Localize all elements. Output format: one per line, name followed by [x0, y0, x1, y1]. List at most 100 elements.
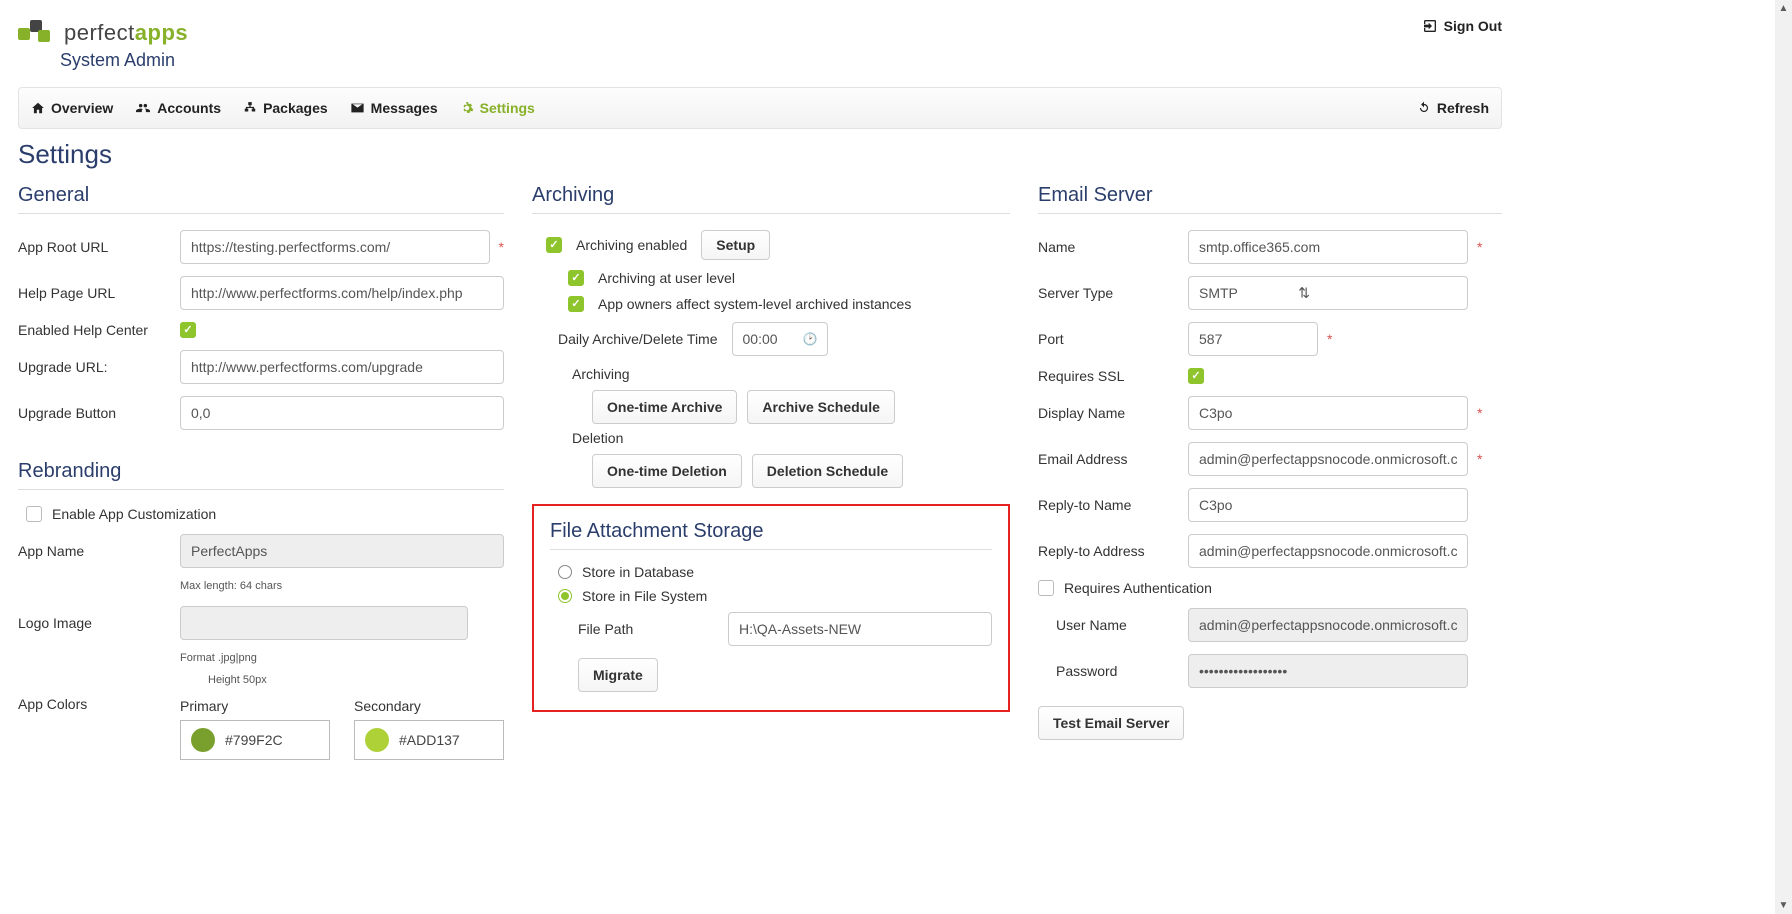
upgrade-url-label: Upgrade URL:: [18, 359, 180, 375]
enable-customization-checkbox[interactable]: [26, 506, 42, 522]
server-type-select[interactable]: [1188, 276, 1468, 310]
nav-settings[interactable]: Settings: [460, 100, 535, 116]
password-input[interactable]: [1188, 654, 1468, 688]
server-type-label: Server Type: [1038, 285, 1188, 301]
upgrade-button-input[interactable]: [180, 396, 504, 430]
enabled-help-checkbox[interactable]: [180, 322, 196, 338]
archiving-user-level-checkbox[interactable]: [568, 270, 584, 286]
email-name-input[interactable]: [1188, 230, 1468, 264]
navbar: Overview Accounts Packages Messages Sett…: [18, 87, 1502, 129]
gear-icon: [460, 101, 474, 115]
app-name-input[interactable]: [180, 534, 504, 568]
users-icon: [135, 101, 151, 115]
logo-format-note: Format .jpg|png: [180, 652, 504, 664]
requires-ssl-checkbox[interactable]: [1188, 368, 1204, 384]
help-page-url-input[interactable]: [180, 276, 504, 310]
nav-packages[interactable]: Packages: [243, 100, 328, 116]
chevron-updown-icon: ⇅: [1298, 285, 1310, 302]
app-name-label: App Name: [18, 543, 180, 559]
primary-color-swatch: [191, 728, 215, 752]
one-time-archive-button[interactable]: One-time Archive: [592, 390, 737, 424]
user-name-input[interactable]: [1188, 608, 1468, 642]
brand-logo-icon: [18, 18, 54, 48]
user-name-label: User Name: [1056, 617, 1188, 633]
one-time-deletion-button[interactable]: One-time Deletion: [592, 454, 742, 488]
enabled-help-label: Enabled Help Center: [18, 322, 180, 338]
nav-accounts[interactable]: Accounts: [135, 100, 221, 116]
refresh-button[interactable]: Refresh: [1417, 100, 1489, 116]
store-in-database-radio[interactable]: [558, 565, 572, 579]
sitemap-icon: [243, 101, 257, 115]
reply-name-input[interactable]: [1188, 488, 1468, 522]
email-address-input[interactable]: [1188, 442, 1468, 476]
envelope-icon: [350, 101, 365, 115]
scroll-up-arrow[interactable]: ▲: [1775, 0, 1792, 17]
nav-messages[interactable]: Messages: [350, 100, 438, 116]
clock-icon: 🕑: [803, 332, 818, 346]
upgrade-button-label: Upgrade Button: [18, 405, 180, 421]
requires-auth-label: Requires Authentication: [1064, 580, 1212, 596]
primary-color-picker[interactable]: #799F2C: [180, 720, 330, 760]
daily-archive-time-label: Daily Archive/Delete Time: [558, 331, 718, 347]
refresh-icon: [1417, 101, 1431, 115]
enable-customization-label: Enable App Customization: [52, 506, 216, 522]
requires-auth-checkbox[interactable]: [1038, 580, 1054, 596]
reply-name-label: Reply-to Name: [1038, 497, 1188, 513]
brand-name: perfectapps: [64, 20, 188, 46]
general-section-title: General: [18, 184, 504, 214]
upgrade-url-input[interactable]: [180, 350, 504, 384]
app-root-url-input[interactable]: [180, 230, 490, 264]
storage-section-title: File Attachment Storage: [550, 520, 992, 550]
sign-out-link[interactable]: Sign Out: [1422, 18, 1502, 34]
nav-overview[interactable]: Overview: [31, 100, 113, 116]
logo-height-note: Height 50px: [208, 674, 504, 686]
archiving-owners-checkbox[interactable]: [568, 296, 584, 312]
archiving-setup-button[interactable]: Setup: [701, 230, 770, 260]
secondary-color-swatch: [365, 728, 389, 752]
brand: perfectapps System Admin: [18, 18, 188, 71]
archiving-enabled-label: Archiving enabled: [576, 237, 687, 253]
deletion-group-label: Deletion: [572, 430, 1010, 446]
store-in-filesystem-label: Store in File System: [582, 588, 707, 604]
file-attachment-storage-panel: File Attachment Storage Store in Databas…: [532, 504, 1010, 712]
brand-subtitle: System Admin: [60, 50, 188, 71]
email-section-title: Email Server: [1038, 184, 1502, 214]
reply-address-label: Reply-to Address: [1038, 543, 1188, 559]
secondary-color-label: Secondary: [354, 698, 504, 714]
test-email-server-button[interactable]: Test Email Server: [1038, 706, 1184, 740]
reply-address-input[interactable]: [1188, 534, 1468, 568]
app-name-note: Max length: 64 chars: [180, 580, 504, 592]
email-address-label: Email Address: [1038, 451, 1188, 467]
migrate-button[interactable]: Migrate: [578, 658, 658, 692]
archive-schedule-button[interactable]: Archive Schedule: [747, 390, 895, 424]
required-marker: *: [499, 239, 504, 255]
display-name-label: Display Name: [1038, 405, 1188, 421]
deletion-schedule-button[interactable]: Deletion Schedule: [752, 454, 903, 488]
store-in-filesystem-radio[interactable]: [558, 589, 572, 603]
password-label: Password: [1056, 663, 1188, 679]
help-page-url-label: Help Page URL: [18, 285, 180, 301]
store-in-database-label: Store in Database: [582, 564, 694, 580]
port-label: Port: [1038, 331, 1188, 347]
requires-ssl-label: Requires SSL: [1038, 368, 1188, 384]
logo-image-label: Logo Image: [18, 615, 180, 631]
home-icon: [31, 101, 45, 115]
app-colors-label: App Colors: [18, 696, 180, 712]
sign-out-icon: [1422, 18, 1438, 34]
display-name-input[interactable]: [1188, 396, 1468, 430]
email-name-label: Name: [1038, 239, 1188, 255]
file-path-input[interactable]: [728, 612, 992, 646]
primary-color-label: Primary: [180, 698, 330, 714]
file-path-label: File Path: [578, 621, 728, 637]
archiving-enabled-checkbox[interactable]: [546, 237, 562, 253]
archiving-group-label: Archiving: [572, 366, 1010, 382]
port-input[interactable]: [1188, 322, 1318, 356]
secondary-color-picker[interactable]: #ADD137: [354, 720, 504, 760]
page-title: Settings: [18, 139, 1502, 170]
page-scrollbar[interactable]: ▲ ▼: [1775, 0, 1792, 914]
scroll-down-arrow[interactable]: ▼: [1775, 897, 1792, 914]
app-root-url-label: App Root URL: [18, 239, 180, 255]
logo-image-input[interactable]: [180, 606, 468, 640]
archiving-owners-label: App owners affect system-level archived …: [598, 296, 911, 312]
archiving-user-level-label: Archiving at user level: [598, 270, 735, 286]
